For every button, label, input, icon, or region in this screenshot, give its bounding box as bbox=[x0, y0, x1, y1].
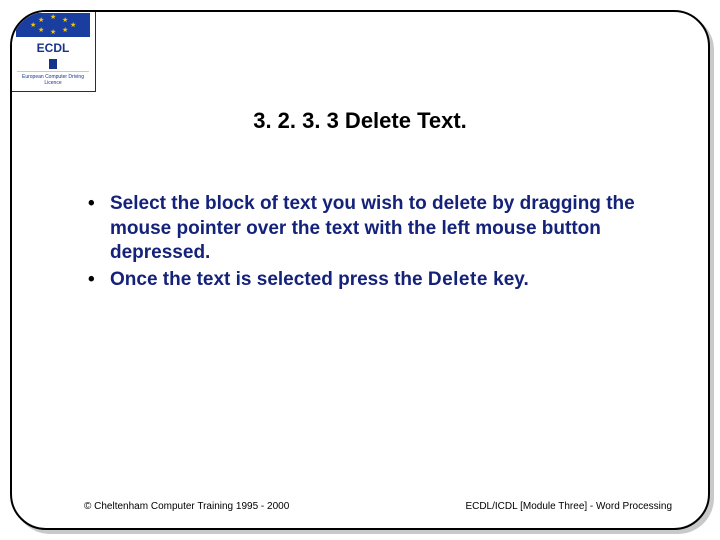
cursor-icon bbox=[49, 59, 57, 69]
bullet-item: Once the text is selected press the Dele… bbox=[82, 268, 648, 293]
eu-flag-icon: ★ ★ ★ ★ ★ ★ ★ ★ bbox=[16, 13, 90, 37]
ecdl-logo: ★ ★ ★ ★ ★ ★ ★ ★ ECDL European Computer D… bbox=[10, 10, 96, 92]
slide-title: 3. 2. 3. 3 Delete Text. bbox=[12, 108, 708, 134]
bullet-list: Select the block of text you wish to del… bbox=[82, 192, 648, 295]
bullet-text-suffix: key. bbox=[488, 269, 529, 290]
bullet-text: Select the block of text you wish to del… bbox=[110, 193, 635, 263]
bullet-text-prefix: Once the text is selected press the bbox=[110, 269, 428, 290]
ecdl-subtext: European Computer Driving Licence bbox=[17, 71, 89, 86]
footer-module: ECDL/ICDL [Module Three] - Word Processi… bbox=[465, 501, 672, 512]
delete-key-label: Delete bbox=[428, 269, 488, 290]
slide-container: ★ ★ ★ ★ ★ ★ ★ ★ ECDL European Computer D… bbox=[0, 0, 720, 540]
bullet-item: Select the block of text you wish to del… bbox=[82, 192, 648, 266]
footer-copyright: © Cheltenham Computer Training 1995 - 20… bbox=[84, 501, 289, 512]
slide-frame: ★ ★ ★ ★ ★ ★ ★ ★ ECDL European Computer D… bbox=[10, 10, 710, 530]
ecdl-label: ECDL bbox=[37, 41, 70, 55]
